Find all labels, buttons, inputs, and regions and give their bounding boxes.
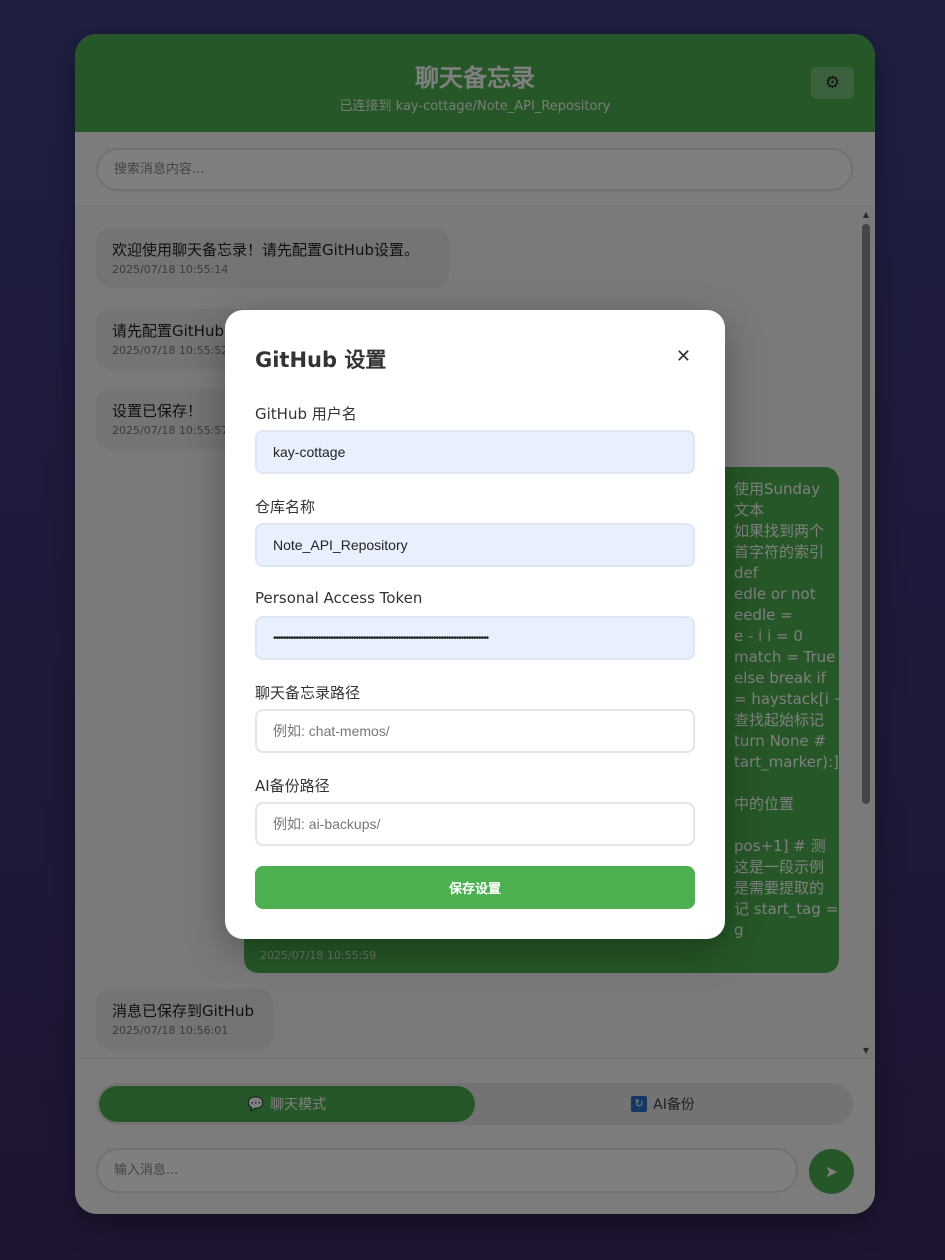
repo-field[interactable] (255, 523, 695, 567)
token-field[interactable] (255, 616, 695, 660)
save-settings-button[interactable]: 保存设置 (255, 866, 695, 909)
username-label: GitHub 用户名 (255, 405, 357, 423)
ai-path-label: AI备份路径 (255, 777, 330, 795)
token-label: Personal Access Token (255, 589, 423, 607)
close-icon[interactable]: ✕ (676, 346, 691, 367)
github-settings-modal: GitHub 设置 ✕ GitHub 用户名 仓库名称 Personal Acc… (225, 310, 725, 939)
memo-path-field[interactable] (255, 709, 695, 753)
username-field[interactable] (255, 430, 695, 474)
ai-path-field[interactable] (255, 802, 695, 846)
memo-path-label: 聊天备忘录路径 (255, 684, 361, 702)
modal-title: GitHub 设置 (255, 348, 387, 372)
repo-label: 仓库名称 (255, 498, 316, 516)
